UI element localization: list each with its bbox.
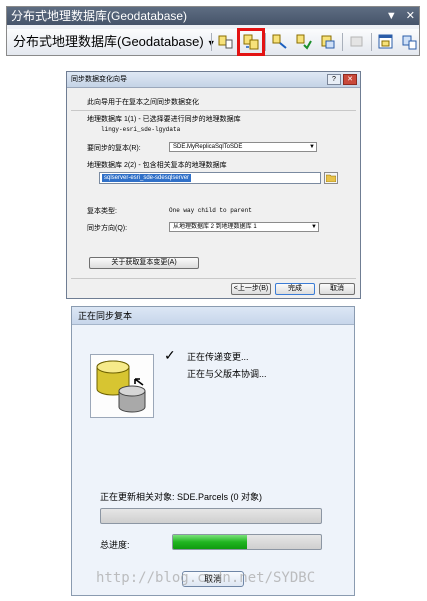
gdb1-label: 地理数据库 1(1) - 已选择要进行同步的地理数据库	[87, 116, 241, 123]
synchronize-changes-button[interactable]	[237, 28, 265, 56]
wizard-title-buttons: ? ✕	[327, 74, 357, 85]
browse-button[interactable]	[324, 172, 338, 184]
import-message-button[interactable]	[346, 31, 368, 53]
finish-button[interactable]: 完成	[275, 283, 315, 295]
toolbar-separator	[211, 33, 212, 51]
toolbar-close-button[interactable]: ✕	[406, 10, 415, 22]
wizard-title: 同步数据变化向导	[71, 76, 127, 83]
export-changes-button[interactable]	[317, 31, 339, 53]
check-in-button[interactable]	[293, 31, 315, 53]
step-complete-check-icon: ✓	[164, 347, 176, 363]
replica-type-value: One way child to parent	[169, 207, 252, 214]
toolbar-separator	[265, 33, 266, 51]
sync-titlebar: 正在同步复本	[72, 307, 354, 325]
gdb2-path-input[interactable]: sqlserver-esri_sde-sdesqlserver	[99, 172, 321, 184]
check-in-icon	[296, 34, 312, 50]
total-progress-bar	[172, 534, 322, 550]
wizard-body: 此向导用于在复本之间同步数据变化 地理数据库 1(1) - 已选择要进行同步的地…	[67, 89, 360, 298]
total-progress-fill	[173, 535, 247, 549]
direction-select-value: 从地理数据库 2 到地理数据库 1	[173, 224, 257, 230]
wizard-description: 此向导用于在复本之间同步数据变化	[87, 99, 199, 106]
export-changes-icon	[321, 35, 335, 49]
replica-select-value: SDE.MyReplicaSqlToSDE	[173, 144, 243, 150]
gdb2-path-selection: sqlserver-esri_sde-sdesqlserver	[102, 174, 192, 182]
direction-select[interactable]: 从地理数据库 2 到地理数据库 1 ▼	[169, 222, 319, 232]
replica-type-label: 复本类型:	[87, 208, 117, 215]
synchronizing-replica-dialog: 正在同步复本 ✓ 正在传递变更... 正在与父版本协调... 正在更新相关对象:…	[71, 306, 355, 596]
toolbar-titlebar: 分布式地理数据库(Geodatabase) ▼ ✕	[7, 7, 419, 25]
replica-select[interactable]: SDE.MyReplicaSqlToSDE ▼	[169, 142, 317, 152]
wizard-help-button[interactable]: ?	[327, 74, 341, 85]
import-message-icon	[350, 36, 363, 47]
synchronize-changes-icon	[243, 34, 259, 50]
manage-replicas-icon	[378, 34, 393, 49]
wizard-close-button[interactable]: ✕	[343, 74, 357, 85]
toolbar-row: 分布式地理数据库(Geodatabase)▼	[7, 28, 421, 56]
wizard-titlebar: 同步数据变化向导 ? ✕	[67, 72, 360, 88]
geodatabase-menu-dropdown[interactable]: 分布式地理数据库(Geodatabase)▼	[13, 32, 216, 52]
sync-body: ✓ 正在传递变更... 正在与父版本协调... 正在更新相关对象: SDE.Pa…	[72, 326, 354, 595]
folder-icon	[326, 174, 336, 182]
watermark-url: http://blog.csdn.net/SYDBC	[96, 570, 316, 586]
gdb2-label: 地理数据库 2(2) - 包含相关复本的地理数据库	[87, 162, 227, 169]
item-progress-bar	[100, 508, 322, 524]
database-icon	[96, 360, 146, 413]
create-checkout-button[interactable]	[215, 31, 237, 53]
replica-manager-button[interactable]	[399, 31, 421, 53]
sync-status-text: 正在更新相关对象: SDE.Parcels (0 对象)	[100, 492, 263, 502]
extract-data-button[interactable]	[269, 31, 291, 53]
sync-title: 正在同步复本	[78, 311, 133, 321]
direction-label: 同步方向(Q):	[87, 225, 128, 232]
create-checkout-icon	[218, 35, 233, 49]
chevron-down-icon: ▼	[311, 224, 317, 230]
toolbar-title: 分布式地理数据库(Geodatabase)	[11, 9, 188, 23]
manage-replicas-button[interactable]	[375, 31, 397, 53]
step-transferring-changes: 正在传递变更...	[187, 352, 249, 362]
synchronize-changes-wizard: 同步数据变化向导 ? ✕ 此向导用于在复本之间同步数据变化 地理数据库 1(1)…	[66, 71, 361, 299]
wizard-cancel-button[interactable]: 取消	[319, 283, 355, 295]
replica-label: 要同步的复本(R):	[87, 145, 141, 152]
wizard-divider	[71, 110, 356, 111]
toolbar-separator	[342, 33, 343, 51]
database-sync-icon	[90, 354, 154, 418]
toolbar-options-button[interactable]: ▼	[386, 10, 397, 22]
toolbar-separator	[371, 33, 372, 51]
wizard-divider	[71, 278, 356, 279]
gdb1-value: lingy-esri_sde-lgydata	[101, 126, 181, 133]
replica-manager-icon	[402, 35, 417, 50]
toolbar-title-buttons: ▼ ✕	[380, 7, 415, 25]
distributed-geodatabase-toolbar: 分布式地理数据库(Geodatabase) ▼ ✕ 分布式地理数据库(Geoda…	[6, 6, 420, 56]
dropdown-label: 分布式地理数据库(Geodatabase)	[13, 34, 204, 49]
total-progress-label: 总进度:	[100, 540, 130, 550]
step-reconciling-parent: 正在与父版本协调...	[187, 369, 267, 379]
about-replica-changes-button[interactable]: 关于获取复本变更(A)	[89, 257, 199, 269]
chevron-down-icon: ▼	[309, 144, 315, 150]
extract-data-icon	[272, 34, 287, 49]
back-button[interactable]: <上一步(B)	[231, 283, 271, 295]
